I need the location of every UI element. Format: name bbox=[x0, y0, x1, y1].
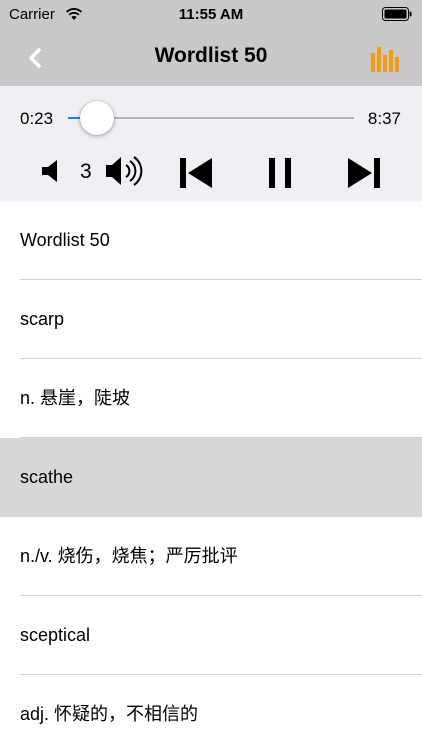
audio-player: 0:23 8:37 3 bbox=[0, 86, 422, 201]
list-item[interactable]: n./v. 烧伤，烧焦；严厉批评 bbox=[0, 517, 422, 596]
total-duration: 8:37 bbox=[367, 109, 401, 128]
list-item[interactable]: n. 悬崖，陡坡 bbox=[0, 359, 422, 438]
list-item-text: scathe bbox=[20, 467, 74, 487]
list-item[interactable]: Wordlist 50 bbox=[0, 201, 422, 280]
skip-previous-icon[interactable] bbox=[178, 156, 214, 190]
list-item-text: scarp bbox=[20, 309, 65, 329]
volume-up-icon[interactable] bbox=[104, 153, 144, 189]
list-item[interactable]: sceptical bbox=[0, 596, 422, 675]
navigation-bar: Wordlist 50 bbox=[0, 30, 422, 86]
list-item-text: n. 悬崖，陡坡 bbox=[20, 388, 131, 408]
list-item-text: adj. 怀疑的，不相信的 bbox=[20, 704, 199, 724]
list-item[interactable]: adj. 怀疑的，不相信的 bbox=[0, 675, 422, 754]
battery-icon bbox=[382, 7, 412, 21]
volume-level: 3 bbox=[80, 160, 92, 183]
skip-next-icon[interactable] bbox=[346, 156, 382, 190]
progress-slider-thumb[interactable] bbox=[79, 101, 114, 135]
status-bar: Carrier 11:55 AM bbox=[0, 0, 422, 30]
pause-icon[interactable] bbox=[266, 156, 294, 190]
elapsed-time: 0:23 bbox=[20, 109, 54, 128]
list-item[interactable]: scathe bbox=[0, 438, 422, 517]
volume-down-icon[interactable] bbox=[40, 158, 62, 184]
list-item-text: n./v. 烧伤，烧焦；严厉批评 bbox=[20, 546, 238, 566]
page-title: Wordlist 50 bbox=[154, 44, 268, 67]
list-item-text: sceptical bbox=[20, 625, 91, 645]
list-item-text: Wordlist 50 bbox=[20, 230, 110, 250]
bar-chart-icon[interactable] bbox=[370, 44, 402, 74]
status-time: 11:55 AM bbox=[178, 6, 244, 23]
word-list: Wordlist 50 scarp n. 悬崖，陡坡 scathe n./v. … bbox=[0, 201, 422, 754]
list-item[interactable]: scarp bbox=[0, 280, 422, 359]
